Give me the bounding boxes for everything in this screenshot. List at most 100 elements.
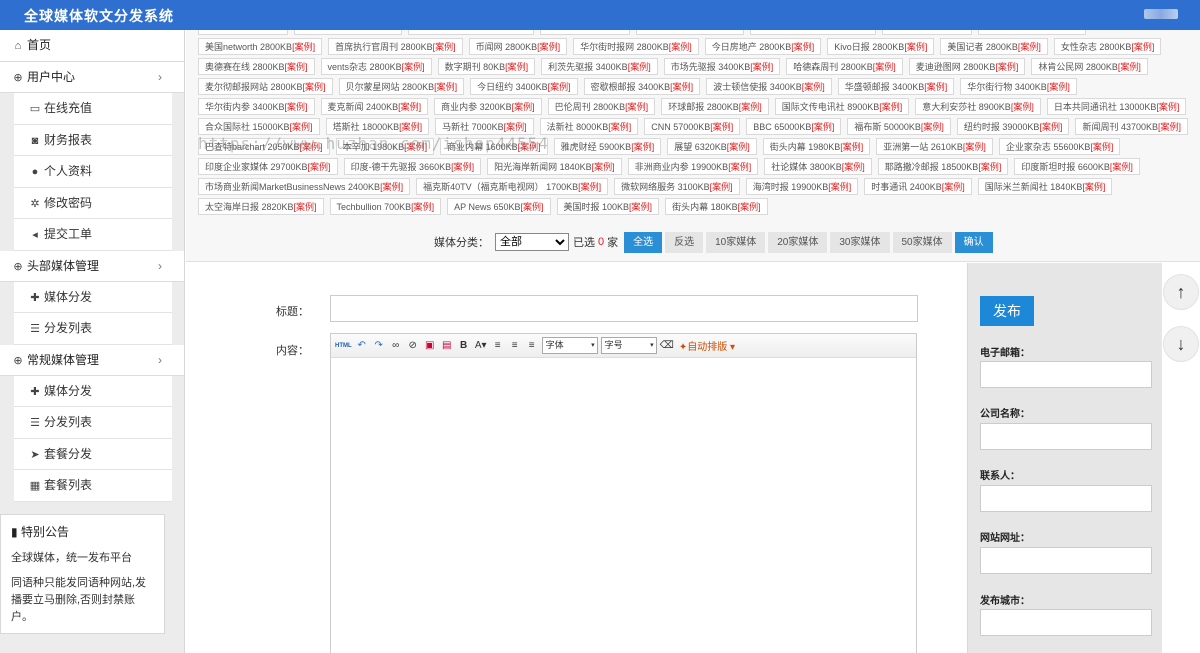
media-chip[interactable]: 合众国际社 15000KB[案例] xyxy=(198,118,320,135)
media-chip[interactable]: 印度-德干先驱报 3660KB[案例] xyxy=(343,158,482,175)
media-chip[interactable]: vents杂志 2800KB[案例] xyxy=(320,58,432,75)
sidebar-item-home[interactable]: ⌂ 首页 xyxy=(0,30,184,62)
media-chip[interactable]: 麦迪逊图网 2800KB[案例] xyxy=(908,58,1026,75)
media-chip-case-link[interactable]: [案例] xyxy=(537,42,560,52)
media-chip[interactable]: 贝尔蒙星网站 2800KB[案例] xyxy=(338,78,465,95)
sidebar-item-finance-report[interactable]: ◙ 财务报表 xyxy=(14,124,172,156)
media-chip[interactable]: 哈德森周刊 2800KB[案例] xyxy=(786,58,903,75)
media-chip-case-link[interactable]: [案例] xyxy=(1118,62,1141,72)
media-chip[interactable]: 华盛顿邮报 3400KB[案例] xyxy=(837,78,955,95)
media-chip[interactable]: 奥德赛在线 2800KB[案例] xyxy=(198,58,315,75)
media-chip[interactable]: 华尔街内参 3400KB[案例] xyxy=(198,98,315,115)
media-chip-case-link[interactable]: [案例] xyxy=(840,142,863,152)
media-chip[interactable]: 首席执行官周刊 2800KB[案例] xyxy=(328,38,463,55)
media-chip[interactable] xyxy=(636,30,744,35)
media-chip-case-link[interactable]: [案例] xyxy=(921,122,944,132)
media-chip[interactable]: 今日房地产 2800KB[案例] xyxy=(704,38,822,55)
sidebar-item-change-password[interactable]: ✲ 修改密码 xyxy=(14,187,172,219)
media-chip[interactable]: 波士顿信使报 3400KB[案例] xyxy=(706,78,832,95)
media-chip-case-link[interactable]: [案例] xyxy=(750,62,773,72)
media-category-select[interactable]: 全部 xyxy=(495,233,569,251)
media-chip-case-link[interactable]: [案例] xyxy=(433,42,456,52)
publish-button[interactable]: 发布 xyxy=(980,296,1034,326)
media-chip-case-link[interactable]: [案例] xyxy=(873,62,896,72)
media-chip[interactable]: 麦克新闻 2400KB[案例] xyxy=(320,98,429,115)
media-chip-case-link[interactable]: [案例] xyxy=(1110,162,1133,172)
media-chip[interactable]: 印度企业家媒体 29700KB[案例] xyxy=(198,158,338,175)
media-chip[interactable]: 非洲商业内参 19900KB[案例] xyxy=(627,158,759,175)
website-field[interactable] xyxy=(980,547,1152,574)
media-chip-case-link[interactable]: [案例] xyxy=(1082,182,1105,192)
media-chip[interactable]: 意大利安莎社 8900KB[案例] xyxy=(915,98,1041,115)
media-chip[interactable]: 印度斯坦时报 6600KB[案例] xyxy=(1014,158,1140,175)
select-all-button[interactable]: 全选 xyxy=(624,231,663,253)
company-field[interactable] xyxy=(980,423,1152,450)
media-chip[interactable]: 美国记者 2800KB[案例] xyxy=(940,38,1048,55)
media-chip[interactable]: AP News 650KB[案例] xyxy=(447,198,551,215)
unlink-icon[interactable]: ⊘ xyxy=(406,338,420,354)
media-chip[interactable]: 马新社 7000KB[案例] xyxy=(435,118,534,135)
media-chip[interactable]: 耶路撒冷邮报 18500KB[案例] xyxy=(877,158,1009,175)
media-chip[interactable]: 展望 6320KB[案例] xyxy=(667,138,757,155)
media-chip[interactable]: 林肯公民网 2800KB[案例] xyxy=(1031,58,1148,75)
media-chip-case-link[interactable]: [案例] xyxy=(294,202,317,212)
media-chip[interactable]: 币闻网 2800KB[案例] xyxy=(468,38,568,55)
media-chip-case-link[interactable]: [案例] xyxy=(608,122,631,132)
media-chip-case-link[interactable]: [案例] xyxy=(1090,142,1113,152)
media-chip[interactable] xyxy=(198,30,288,35)
confirm-button[interactable]: 确认 xyxy=(954,231,993,253)
media-chip-case-link[interactable]: [案例] xyxy=(669,42,692,52)
media-chip-case-link[interactable]: [案例] xyxy=(710,182,733,192)
select-10-button[interactable]: 10家媒体 xyxy=(706,231,766,253)
media-chip[interactable]: 街头内幕 1980KB[案例] xyxy=(762,138,871,155)
media-chip-case-link[interactable]: [案例] xyxy=(791,42,814,52)
media-chip-case-link[interactable]: [案例] xyxy=(399,122,422,132)
media-chip[interactable]: 法新社 8000KB[案例] xyxy=(539,118,639,135)
media-chip-case-link[interactable]: [案例] xyxy=(1156,102,1179,112)
media-chip[interactable]: 美国networth 2800KB[案例] xyxy=(198,38,323,55)
media-chip[interactable]: 今日纽约 3400KB[案例] xyxy=(470,78,578,95)
image-icon[interactable]: ▣ xyxy=(423,338,437,354)
scroll-down-button[interactable]: ↓ xyxy=(1163,326,1199,362)
media-chip-case-link[interactable]: [案例] xyxy=(1047,82,1070,92)
media-chip-case-link[interactable]: [案例] xyxy=(504,122,527,132)
media-chip[interactable]: 亚洲第一站 2610KB[案例] xyxy=(876,138,993,155)
sidebar-item-package-list[interactable]: ▦ 套餐列表 xyxy=(14,470,172,502)
sidebar-item-headline-distribute[interactable]: ✚ 媒体分发 xyxy=(14,281,172,313)
media-chip[interactable]: 女性杂志 2800KB[案例] xyxy=(1053,38,1162,55)
media-chip-case-link[interactable]: [案例] xyxy=(285,102,308,112)
media-chip-case-link[interactable]: [案例] xyxy=(505,62,528,72)
media-chip[interactable]: 市场商业新闻MarketBusinessNews 2400KB[案例] xyxy=(198,178,411,195)
media-chip[interactable] xyxy=(750,30,876,35)
media-chip-case-link[interactable]: [案例] xyxy=(592,162,615,172)
city-field[interactable] xyxy=(980,609,1152,636)
media-chip-case-link[interactable]: [案例] xyxy=(739,102,762,112)
sidebar-item-headline-list[interactable]: ☰ 分发列表 xyxy=(14,313,172,345)
media-chip-case-link[interactable]: [案例] xyxy=(434,82,457,92)
media-chip[interactable]: 数字期刊 80KB[案例] xyxy=(437,58,536,75)
media-chip-case-link[interactable]: [案例] xyxy=(628,62,651,72)
media-chip-case-link[interactable]: [案例] xyxy=(380,182,403,192)
font-family-select[interactable]: 字体 ▾ xyxy=(541,337,598,354)
media-chip-case-link[interactable]: [案例] xyxy=(512,102,535,112)
media-chip[interactable]: 新闻周刊 43700KB[案例] xyxy=(1075,118,1189,135)
media-chip-case-link[interactable]: [案例] xyxy=(924,82,947,92)
sidebar-group-regular-media[interactable]: ⊕ 常规媒体管理 › xyxy=(0,344,184,376)
media-chip[interactable]: 社论媒体 3800KB[案例] xyxy=(764,158,872,175)
media-chip-case-link[interactable]: [案例] xyxy=(1018,42,1041,52)
media-chip-case-link[interactable]: [案例] xyxy=(802,82,825,92)
media-chip-case-link[interactable]: [案例] xyxy=(308,162,331,172)
sidebar-group-user-center[interactable]: ⊕ 用户中心 › xyxy=(0,62,184,93)
media-chip-case-link[interactable]: [案例] xyxy=(398,102,421,112)
media-chip[interactable]: 日本共同通讯社 13000KB[案例] xyxy=(1046,98,1187,115)
media-chip[interactable]: 海湾时报 19900KB[案例] xyxy=(745,178,859,195)
media-chip-case-link[interactable]: [案例] xyxy=(978,162,1001,172)
select-50-button[interactable]: 50家媒体 xyxy=(892,231,952,253)
media-chip[interactable]: 纽约时报 39000KB[案例] xyxy=(956,118,1070,135)
media-chip-case-link[interactable]: [案例] xyxy=(411,202,434,212)
media-chip[interactable]: 塔斯社 18000KB[案例] xyxy=(325,118,430,135)
media-chip[interactable]: 福克斯40TV（福克斯电视网） 1700KB[案例] xyxy=(416,178,609,195)
media-chip-case-link[interactable]: [案例] xyxy=(303,82,326,92)
media-chip-case-link[interactable]: [案例] xyxy=(292,42,315,52)
media-chip[interactable]: 国际文传电讯社 8900KB[案例] xyxy=(774,98,910,115)
